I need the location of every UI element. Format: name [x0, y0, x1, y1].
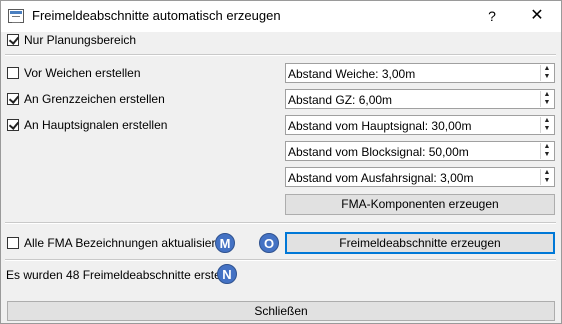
- spin-down-arrow-icon[interactable]: ▼: [541, 99, 553, 107]
- help-button[interactable]: ?: [480, 4, 504, 28]
- spin-down-arrow-icon[interactable]: ▼: [541, 73, 553, 81]
- vor-weichen-checkbox[interactable]: [7, 67, 19, 79]
- title-bar: Freimeldeabschnitte automatisch erzeugen…: [0, 0, 562, 32]
- abstand-weiche-value: Abstand Weiche: 3,00m: [288, 67, 416, 81]
- abstand-hauptsignal-value: Abstand vom Hauptsignal: 30,00m: [288, 119, 472, 133]
- abstand-ausfahrsignal-stepper[interactable]: ▲ ▼: [540, 169, 553, 185]
- abstand-gz-stepper[interactable]: ▲ ▼: [540, 91, 553, 107]
- fma-komponenten-erzeugen-button[interactable]: FMA-Komponenten erzeugen: [285, 194, 555, 215]
- spin-up-arrow-icon[interactable]: ▲: [541, 143, 553, 151]
- abstand-blocksignal-value: Abstand vom Blocksignal: 50,00m: [288, 145, 469, 159]
- spin-up-arrow-icon[interactable]: ▲: [541, 169, 553, 177]
- abstand-ausfahrsignal-value: Abstand vom Ausfahrsignal: 3,00m: [288, 171, 474, 185]
- abstand-blocksignal-stepper[interactable]: ▲ ▼: [540, 143, 553, 159]
- marker-m-badge: M: [215, 233, 235, 253]
- marker-n-badge: N: [217, 264, 237, 284]
- marker-o-badge: O: [259, 233, 279, 253]
- alle-fma-checkbox[interactable]: [7, 237, 19, 249]
- spin-down-arrow-icon[interactable]: ▼: [541, 177, 553, 185]
- separator-top: [5, 54, 556, 56]
- window-title: Freimeldeabschnitte automatisch erzeugen: [32, 8, 281, 23]
- abstand-weiche-stepper[interactable]: ▲ ▼: [540, 65, 553, 81]
- separator-status: [5, 259, 556, 261]
- status-text: Es wurden 48 Freimeldeabschnitte erstell…: [6, 268, 230, 282]
- abstand-weiche-spinbox[interactable]: Abstand Weiche: 3,00m ▲ ▼: [285, 63, 555, 83]
- spin-up-arrow-icon[interactable]: ▲: [541, 117, 553, 125]
- spin-up-arrow-icon[interactable]: ▲: [541, 91, 553, 99]
- freimeldeabschnitte-erzeugen-button[interactable]: Freimeldeabschnitte erzeugen: [285, 232, 555, 254]
- spin-down-arrow-icon[interactable]: ▼: [541, 125, 553, 133]
- abstand-gz-spinbox[interactable]: Abstand GZ: 6,00m ▲ ▼: [285, 89, 555, 109]
- abstand-gz-value: Abstand GZ: 6,00m: [288, 93, 393, 107]
- an-hauptsignalen-checkbox[interactable]: [7, 119, 19, 131]
- spin-up-arrow-icon[interactable]: ▲: [541, 65, 553, 73]
- an-grenzzeichen-checkbox[interactable]: [7, 93, 19, 105]
- abstand-hauptsignal-spinbox[interactable]: Abstand vom Hauptsignal: 30,00m ▲ ▼: [285, 115, 555, 135]
- abstand-hauptsignal-stepper[interactable]: ▲ ▼: [540, 117, 553, 133]
- an-grenzzeichen-label: An Grenzzeichen erstellen: [24, 92, 165, 106]
- alle-fma-label: Alle FMA Bezeichnungen aktualisieren: [24, 236, 229, 250]
- separator-middle: [5, 222, 556, 224]
- spin-down-arrow-icon[interactable]: ▼: [541, 151, 553, 159]
- app-window-icon: [8, 9, 24, 23]
- close-button[interactable]: ✕: [522, 4, 552, 28]
- nur-planungsbereich-label: Nur Planungsbereich: [24, 33, 137, 47]
- an-hauptsignalen-label: An Hauptsignalen erstellen: [24, 118, 168, 132]
- abstand-ausfahrsignal-spinbox[interactable]: Abstand vom Ausfahrsignal: 3,00m ▲ ▼: [285, 167, 555, 187]
- vor-weichen-label: Vor Weichen erstellen: [24, 66, 141, 80]
- nur-planungsbereich-checkbox[interactable]: [7, 34, 19, 46]
- schliessen-button[interactable]: Schließen: [7, 301, 555, 321]
- abstand-blocksignal-spinbox[interactable]: Abstand vom Blocksignal: 50,00m ▲ ▼: [285, 141, 555, 161]
